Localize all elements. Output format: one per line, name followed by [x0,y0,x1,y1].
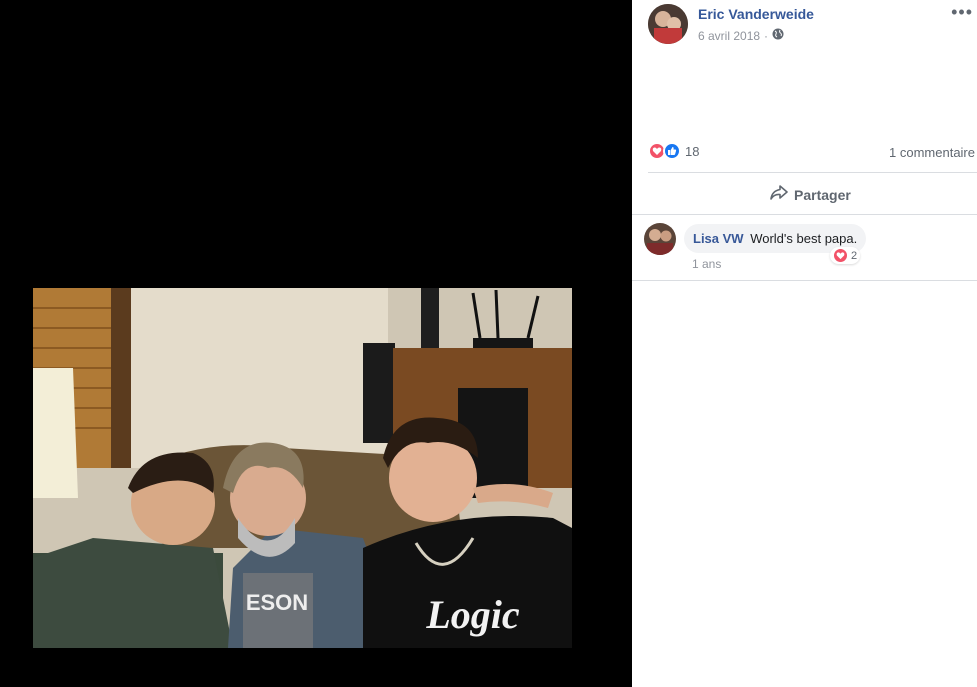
post-photo[interactable]: ESON Logic [33,288,572,648]
reaction-count: 18 [685,143,700,159]
commenter-name-link[interactable]: Lisa VW [693,231,744,246]
author-name-link[interactable]: Eric Vanderweide [698,6,814,22]
share-icon [770,185,788,204]
share-button[interactable]: Partager [770,185,851,204]
comments-count-link[interactable]: 1 commentaire [889,145,975,160]
more-options-button[interactable]: ••• [951,2,973,23]
divider [632,280,977,281]
comment-reaction-count: 2 [851,249,858,262]
comment-time-link[interactable]: 1 ans [692,257,721,271]
comment-reaction-badge[interactable]: 2 [830,247,861,264]
share-label: Partager [794,186,851,203]
globe-icon [772,28,784,43]
author-avatar[interactable] [648,4,688,44]
reactions-summary[interactable]: 18 [648,142,699,160]
commenter-avatar[interactable] [644,223,676,255]
separator-dot: · [764,28,769,43]
post-meta: 6 avril 2018 · [698,28,784,43]
photo-shirt-text-middle: ESON [246,590,308,615]
comment-text: World's best papa. [750,231,858,246]
love-icon [833,248,848,263]
post-date-link[interactable]: 6 avril 2018 [698,29,760,43]
post-sidebar: Eric Vanderweide 6 avril 2018 · ••• 18 1… [632,0,977,687]
divider [648,172,977,173]
photo-shirt-text-right: Logic [425,592,520,637]
photo-viewer: ESON Logic [0,0,632,687]
divider [632,214,977,215]
like-icon [663,142,681,160]
